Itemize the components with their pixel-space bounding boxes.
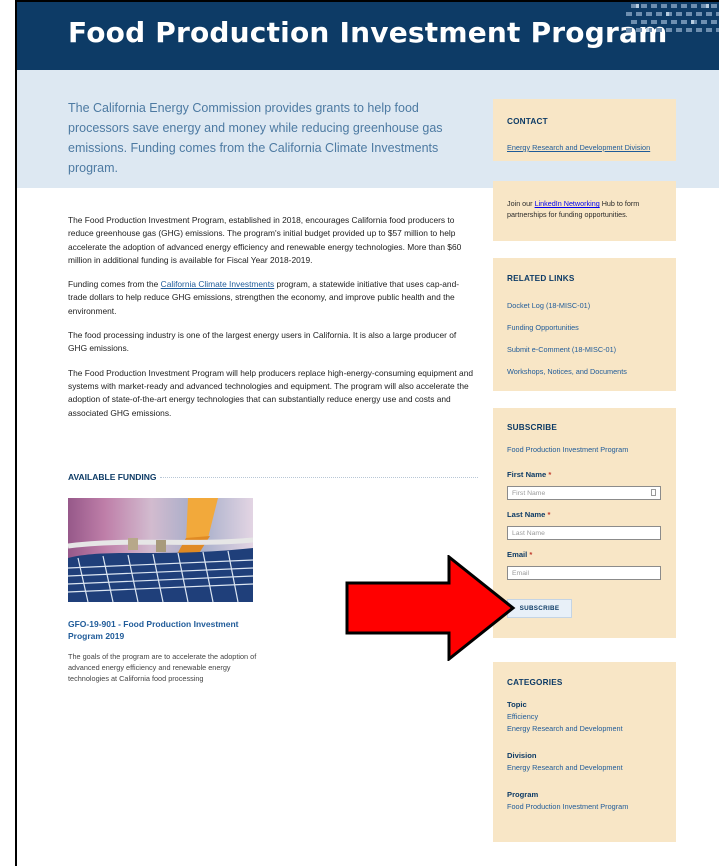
body-text-span: Funding comes from the: [68, 279, 161, 290]
funding-opportunities-link[interactable]: Funding Opportunities: [507, 323, 579, 332]
california-climate-investments-link[interactable]: California Climate Investments: [161, 279, 275, 289]
available-funding-label: AVAILABLE FUNDING: [68, 472, 157, 482]
autofill-icon[interactable]: [651, 489, 656, 496]
funding-card-description: The goals of the program are to accelera…: [68, 652, 257, 683]
category-efficiency-link[interactable]: Efficiency: [507, 712, 538, 722]
related-links-heading: RELATED LINKS: [507, 274, 575, 283]
contact-heading: CONTACT: [507, 117, 548, 126]
workshops-notices-link[interactable]: Workshops, Notices, and Documents: [507, 367, 627, 376]
available-funding-heading: AVAILABLE FUNDING: [68, 472, 478, 482]
last-name-input[interactable]: Last Name: [507, 526, 661, 540]
division-label: Division: [507, 751, 537, 760]
body-paragraph-3: The food processing industry is one of t…: [68, 330, 457, 354]
subscribe-program-name: Food Production Investment Program: [507, 445, 629, 454]
page-title: Food Production Investment Program: [68, 16, 668, 49]
categories-box: CATEGORIES Topic Efficiency Energy Resea…: [493, 662, 676, 842]
topic-label: Topic: [507, 700, 527, 709]
required-asterisk: *: [548, 470, 552, 479]
linkedin-box: Join our LinkedIn Networking Hub to form…: [493, 181, 676, 241]
docket-log-link[interactable]: Docket Log (18-MISC-01): [507, 301, 590, 310]
last-name-label: Last Name *: [507, 510, 551, 519]
heading-divider: [160, 477, 478, 478]
body-paragraph-4: The Food Production Investment Program w…: [68, 367, 474, 418]
category-energy-rd-link[interactable]: Energy Research and Development: [507, 724, 623, 734]
first-name-placeholder: First Name: [512, 490, 546, 497]
submit-ecomment-link[interactable]: Submit e-Comment (18-MISC-01): [507, 345, 616, 354]
intro-text: The California Energy Commission provide…: [68, 101, 443, 175]
linkedin-text: Join our LinkedIn Networking Hub to form…: [507, 199, 667, 220]
related-links-box: RELATED LINKS Docket Log (18-MISC-01) Fu…: [493, 258, 676, 391]
email-input[interactable]: Email: [507, 566, 661, 580]
required-asterisk: *: [547, 510, 551, 519]
last-name-placeholder: Last Name: [512, 530, 545, 537]
subscribe-heading: SUBSCRIBE: [507, 423, 558, 432]
program-fpip-link[interactable]: Food Production Investment Program: [507, 802, 628, 812]
required-asterisk: *: [529, 550, 533, 559]
main-content: The Food Production Investment Program, …: [68, 214, 473, 431]
funding-card-title[interactable]: GFO-19-901 - Food Production Investment …: [68, 618, 253, 642]
subscribe-box: SUBSCRIBE Food Production Investment Pro…: [493, 408, 676, 638]
food-production-photo: [68, 498, 253, 602]
page-frame: Food Production Investment Program The C…: [15, 0, 719, 866]
page-header: Food Production Investment Program: [17, 2, 719, 70]
body-paragraph-2: Funding comes from the California Climat…: [68, 278, 473, 318]
categories-heading: CATEGORIES: [507, 678, 563, 687]
division-energy-rd-link[interactable]: Energy Research and Development: [507, 763, 623, 773]
contact-box: CONTACT Energy Research and Development …: [493, 99, 676, 161]
first-name-label: First Name *: [507, 470, 551, 479]
body-paragraph-1: The Food Production Investment Program, …: [68, 215, 462, 265]
funding-card-image[interactable]: [68, 498, 253, 602]
contact-division-link[interactable]: Energy Research and Development Division: [507, 143, 650, 152]
red-arrow-icon: [345, 555, 516, 661]
first-name-label-text: First Name: [507, 470, 547, 479]
last-name-label-text: Last Name: [507, 510, 546, 519]
first-name-input[interactable]: First Name: [507, 486, 661, 500]
linkedin-text-span: Join our: [507, 199, 535, 208]
linkedin-networking-link[interactable]: LinkedIn Networking: [535, 199, 600, 208]
header-pattern-icon: [626, 4, 719, 32]
program-label: Program: [507, 790, 539, 799]
